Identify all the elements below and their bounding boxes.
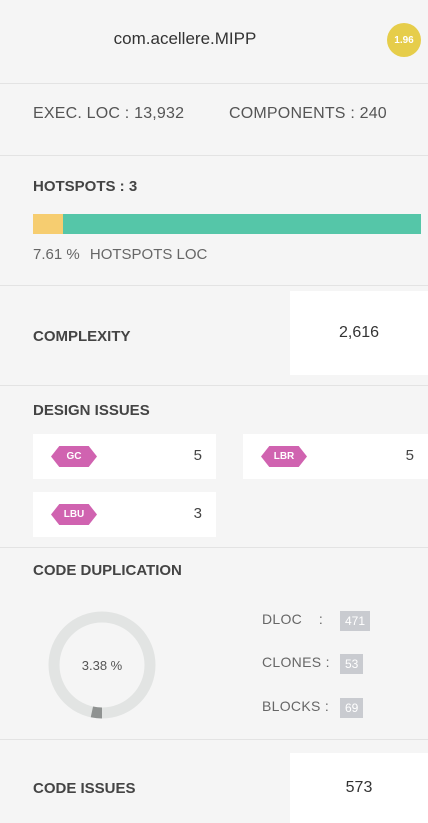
complexity-row[interactable]: COMPLEXITY 2,616 [0, 286, 428, 386]
hotspots-caption: 7.61 % HOTSPOTS LOC [33, 246, 207, 263]
exec-loc-stat: EXEC. LOC : 13,932 [33, 105, 185, 122]
project-header: com.acellere.MIPP 1.96 [0, 0, 428, 84]
design-issue-card-lbu[interactable]: LBU 3 [33, 492, 216, 537]
blocks-label: BLOCKS : [262, 698, 330, 714]
rating-badge: 1.96 [387, 23, 421, 57]
hotspots-percent: 7.61 % [33, 246, 80, 263]
lbu-count: 3 [193, 505, 202, 522]
gc-count: 5 [193, 447, 202, 464]
hotspots-section: HOTSPOTS : 3 7.61 % HOTSPOTS LOC [0, 156, 428, 286]
gc-tag: GC [51, 446, 97, 467]
hotspots-caption-label: HOTSPOTS LOC [89, 246, 208, 263]
clones-value: 53 [340, 654, 364, 674]
code-duplication-title: CODE DUPLICATION [33, 562, 182, 579]
hotspots-title[interactable]: HOTSPOTS : 3 [33, 178, 137, 195]
dloc-label: DLOC : [262, 611, 324, 627]
design-issue-card-lbr[interactable]: LBR 5 [243, 434, 428, 479]
duplication-percent: 3.38 % [81, 657, 123, 673]
components-stat: COMPONENTS : 240 [229, 105, 387, 122]
hotspots-loc-bar-fill [33, 214, 63, 234]
blocks-value: 69 [340, 698, 364, 718]
lbr-tag: LBR [261, 446, 307, 467]
design-issues-section: DESIGN ISSUES GC 5 LBR 5 LBU 3 [0, 386, 428, 548]
code-duplication-section: CODE DUPLICATION 3.38 % DLOC : 471 CLONE… [0, 548, 428, 740]
project-stats: EXEC. LOC : 13,932 COMPONENTS : 240 [0, 84, 428, 156]
complexity-value[interactable]: 2,616 [290, 291, 428, 375]
design-issues-title: DESIGN ISSUES [33, 402, 150, 419]
clones-label: CLONES : [262, 654, 330, 670]
complexity-label: COMPLEXITY [33, 328, 131, 345]
code-issues-value[interactable]: 573 [290, 753, 428, 823]
project-name[interactable]: com.acellere.MIPP [0, 29, 370, 49]
hotspots-loc-bar [33, 214, 421, 234]
lbr-count: 5 [405, 447, 414, 464]
code-issues-label: CODE ISSUES [33, 780, 136, 797]
code-issues-row[interactable]: CODE ISSUES 573 [0, 740, 428, 823]
design-issue-card-gc[interactable]: GC 5 [33, 434, 216, 479]
dloc-value: 471 [340, 611, 371, 631]
project-summary-panel: com.acellere.MIPP 1.96 EXEC. LOC : 13,93… [0, 0, 428, 823]
lbu-tag: LBU [51, 504, 97, 525]
